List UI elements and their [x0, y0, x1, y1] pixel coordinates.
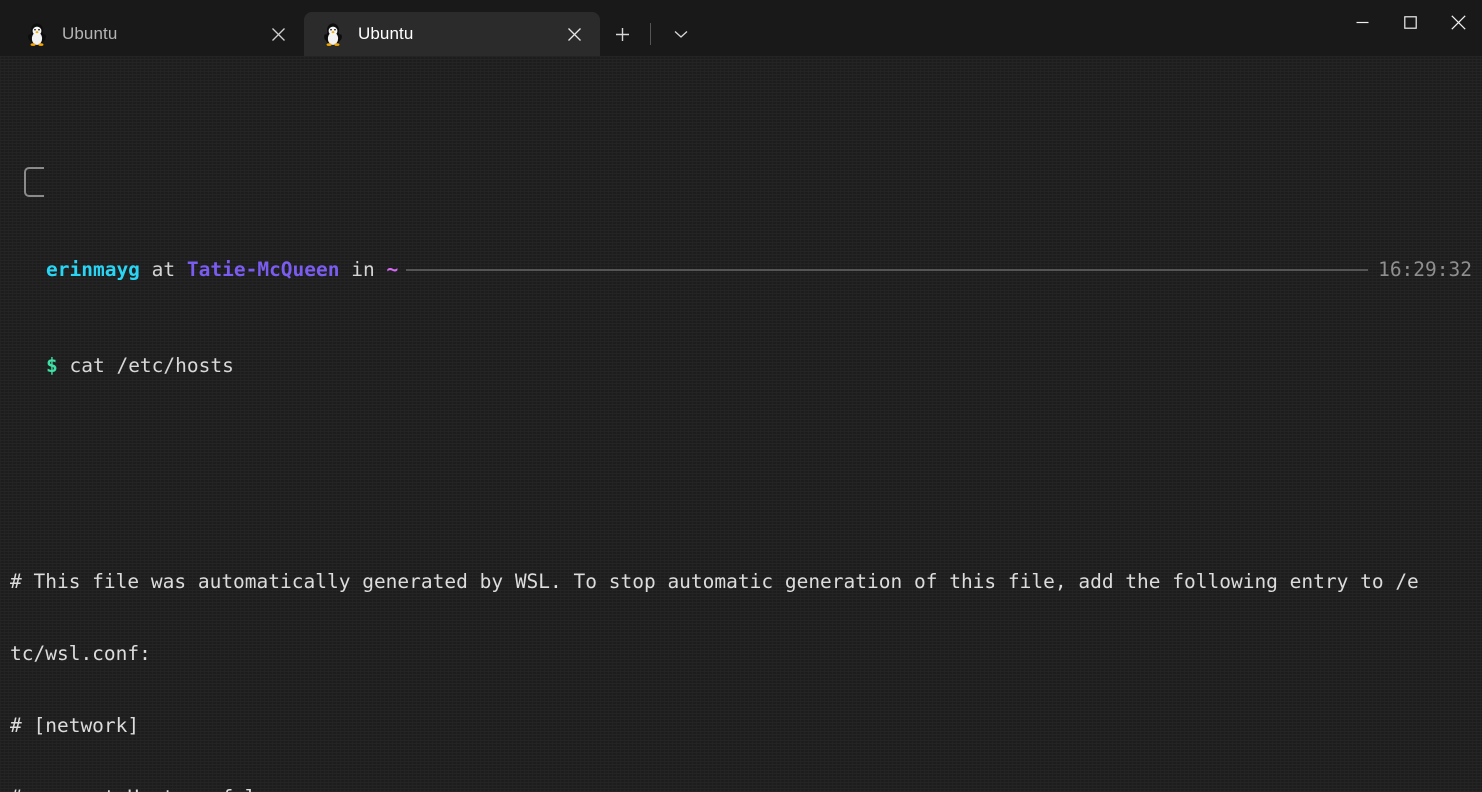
new-tab-button[interactable] — [602, 16, 642, 52]
output-line: # This file was automatically generated … — [10, 570, 1419, 593]
output-line: tc/wsl.conf: — [10, 642, 151, 665]
prompt-bracket-spacer — [10, 258, 46, 282]
tux-icon — [324, 23, 342, 46]
prompt-dollar-sign: $ — [46, 354, 58, 377]
close-icon — [1450, 14, 1466, 30]
terminal-screen: erinmayg at Tatie-McQueen in ~ 16:29:32 … — [0, 60, 1482, 792]
tab-title: Ubuntu — [62, 24, 118, 43]
close-window-button[interactable] — [1434, 0, 1482, 44]
terminal-pane[interactable]: erinmayg at Tatie-McQueen in ~ 16:29:32 … — [0, 56, 1482, 792]
tab-bar-divider — [650, 23, 651, 45]
prompt-rule — [406, 269, 1369, 271]
command-output: # This file was automatically generated … — [10, 522, 1482, 792]
caption-buttons — [1338, 0, 1482, 44]
tab-ubuntu-1[interactable]: Ubuntu — [8, 12, 304, 56]
minimize-button[interactable] — [1338, 0, 1386, 44]
prompt-hostname: Tatie-McQueen — [186, 258, 340, 281]
terminal-window: Ubuntu Ubuntu erinmayg at Tatie-McQueen … — [0, 0, 1482, 792]
prompt-header-1: erinmayg at Tatie-McQueen in ~ 16:29:32 — [10, 258, 1482, 282]
maximize-button[interactable] — [1386, 0, 1434, 44]
chevron-down-icon — [674, 31, 688, 38]
tux-icon — [28, 23, 46, 46]
command-line-1: $ cat /etc/hosts — [10, 354, 1482, 378]
prompt-username: erinmayg — [46, 258, 140, 281]
prompt-in-word: in — [339, 258, 387, 281]
prompt-at-word: at — [139, 258, 187, 281]
tab-close-button[interactable] — [554, 17, 594, 51]
prompt-bracket-decoration — [24, 167, 44, 197]
typed-command: cat /etc/hosts — [57, 354, 234, 377]
tab-ubuntu-2[interactable]: Ubuntu — [304, 12, 600, 56]
tab-strip: Ubuntu Ubuntu — [8, 0, 701, 56]
close-icon — [271, 27, 285, 41]
close-icon — [567, 27, 581, 41]
tab-bar-actions — [600, 12, 701, 56]
prompt-directory: ~ — [386, 258, 399, 281]
maximize-icon — [1403, 15, 1417, 29]
output-line: # generateHosts = false — [10, 786, 1482, 792]
minimize-icon — [1356, 21, 1368, 23]
output-line: # [network] — [10, 714, 140, 737]
prompt-bracket-spacer — [10, 354, 46, 378]
prompt-block-1: erinmayg at Tatie-McQueen in ~ 16:29:32 … — [10, 162, 1482, 426]
tab-close-button[interactable] — [258, 17, 298, 51]
tab-title: Ubuntu — [358, 24, 414, 43]
plus-icon — [615, 27, 629, 41]
tab-dropdown-button[interactable] — [661, 16, 701, 52]
prompt-timestamp: 16:29:32 — [1378, 258, 1472, 281]
title-bar[interactable]: Ubuntu Ubuntu — [0, 0, 1482, 56]
